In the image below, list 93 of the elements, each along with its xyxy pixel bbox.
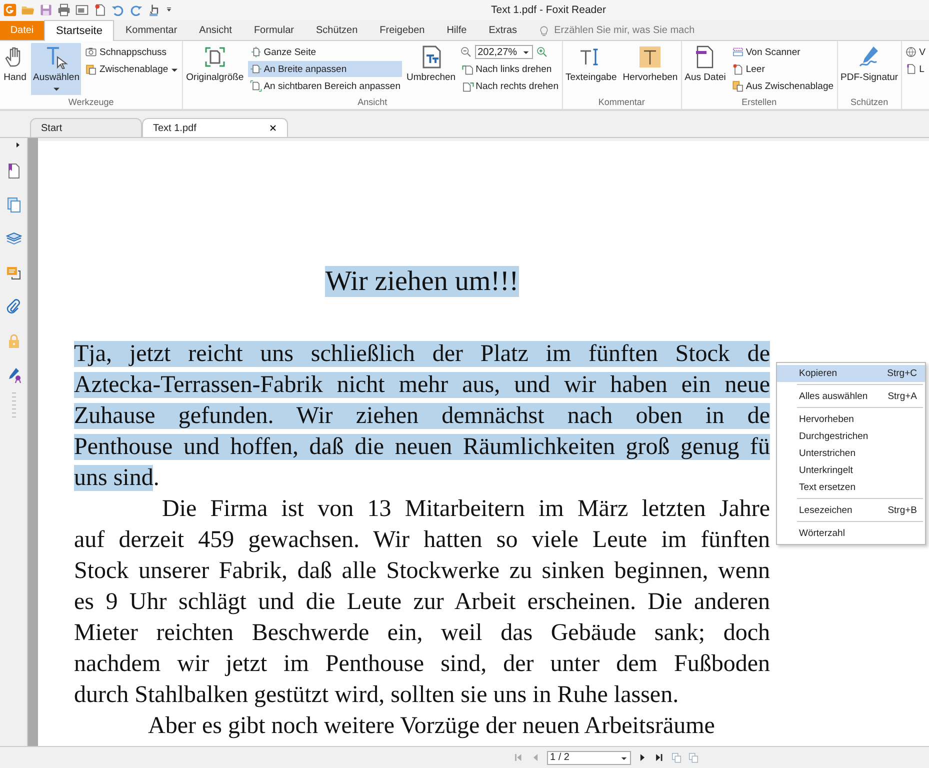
bookmark-icon[interactable] <box>6 163 22 179</box>
text-line: durch Stahlbalken gestützt wird, sollten sie uns in Ruhe lassen. <box>74 681 680 710</box>
group-label: Ansicht <box>356 96 388 109</box>
text-line: auf derzeit 459 gewachsen. Wir hatten so viele Leute im fünften <box>74 526 770 555</box>
undo-icon[interactable] <box>111 3 125 17</box>
menu-item[interactable]: Lesezeichen Strg+B <box>777 502 925 519</box>
menu-item[interactable]: Wörterzahl <box>777 525 925 542</box>
page-frame-icon <box>202 45 227 69</box>
ribbon-button[interactable]: Umbrechen <box>404 43 458 95</box>
printer-icon[interactable] <box>57 3 71 17</box>
clipboard-icon <box>732 80 744 92</box>
ribbon-button[interactable]: Aus Datei <box>682 43 728 95</box>
text-line: uns sind. <box>74 464 160 493</box>
monitor-icon[interactable] <box>75 3 89 17</box>
ribbon-tab[interactable]: Hilfe <box>436 21 478 40</box>
ribbon-button[interactable]: An Breite anpassen <box>248 61 402 77</box>
menu-item[interactable]: Unterkringelt <box>777 462 925 479</box>
zoom-in-icon[interactable] <box>536 46 548 58</box>
touch-icon[interactable] <box>147 3 161 17</box>
ribbon-tab[interactable]: Extras <box>478 21 528 40</box>
ribbon-button[interactable]: An sichtbaren Bereich anpassen <box>248 78 402 94</box>
document-tab[interactable]: Start <box>30 118 142 137</box>
ribbon-button[interactable]: Zwischenablage <box>83 61 182 77</box>
ribbon-button[interactable]: Hervorheben <box>620 43 680 95</box>
text-line: es 9 Uhr schlägt und die Leute zur Arbeit erscheinen. Die anderen <box>74 588 770 617</box>
menu-item[interactable]: Kopieren Strg+C <box>777 365 925 382</box>
last-page-icon[interactable] <box>654 752 665 763</box>
text-line: Stock unserer Fabrik, daß alle Stockwerke zu sinken beginnen, wenn <box>74 557 770 586</box>
ribbon-tab[interactable]: Ansicht <box>188 21 243 40</box>
ribbon-tab[interactable]: Formular <box>242 21 305 40</box>
scanner-icon <box>732 46 744 58</box>
globe-icon <box>905 46 918 58</box>
rotate-right-icon <box>462 80 474 92</box>
ribbon-tab[interactable]: Schützen <box>304 21 369 40</box>
text-line: nachdem wir jetzt im Penthouse sind, der unter dem Fußboden <box>74 650 770 679</box>
group-label: Erstellen <box>740 96 778 109</box>
menu-item[interactable]: Durchgestrichen <box>777 428 925 445</box>
pages-icon[interactable] <box>671 752 682 763</box>
ribbon-button[interactable]: V <box>903 44 928 60</box>
ribbon-button[interactable]: Aus Zwischenablage <box>730 78 836 94</box>
ribbon-button[interactable]: Hand <box>1 43 29 95</box>
paperclip-icon[interactable] <box>6 299 22 315</box>
ribbon-button[interactable]: Leer <box>730 61 836 77</box>
zoom-field[interactable]: 202,27% <box>474 45 533 59</box>
camera-icon <box>85 46 98 58</box>
ribbon-button[interactable]: Nach links drehen <box>460 61 561 77</box>
ribbon-tab[interactable]: Startseite <box>44 20 114 41</box>
text-cursor-icon <box>44 45 68 69</box>
ribbon-button[interactable]: L <box>903 61 928 77</box>
page-visible-icon <box>250 80 262 92</box>
search-field[interactable]: Erzählen Sie mir, was Sie mach <box>550 25 698 36</box>
ribbon-button[interactable]: Originalgröße <box>184 43 246 95</box>
ribbon-tab[interactable]: Kommentar <box>114 21 188 40</box>
ribbon-tab[interactable]: Freigeben <box>368 21 436 40</box>
menu-item[interactable]: Alles auswählen Strg+A <box>777 388 925 405</box>
group-label: Schützen <box>850 96 890 109</box>
close-icon[interactable] <box>269 124 277 132</box>
menu-item[interactable]: Hervorheben <box>777 411 925 428</box>
window-title: Text 1.pdf - Foxit Reader <box>491 4 606 16</box>
zoom-out-icon[interactable] <box>460 46 472 58</box>
text-line: Die Firma ist von 13 Mitarbeitern im März letzten Jahre <box>161 495 770 524</box>
page-fit-icon <box>250 46 262 58</box>
ribbon-button[interactable]: Nach rechts drehen <box>460 78 561 94</box>
ribbon-button[interactable]: Texteingabe <box>564 43 619 95</box>
page-width-icon <box>250 63 262 75</box>
ribbon-button[interactable]: PDF-Signatur <box>838 43 900 95</box>
rotate-left-icon <box>462 63 474 75</box>
group-label: Kommentar <box>597 96 646 109</box>
menu-item[interactable]: Unterstrichen <box>777 445 925 462</box>
clipboard-icon <box>85 63 98 75</box>
app-logo-icon[interactable] <box>3 3 17 17</box>
ribbon-button[interactable]: Ganze Seite <box>248 44 402 60</box>
menu-item[interactable]: Text ersetzen <box>777 479 925 496</box>
pages-icon[interactable] <box>688 752 699 763</box>
ribbon-button[interactable]: Schnappschuss <box>83 44 182 60</box>
ribbon-button[interactable]: Auswählen <box>31 43 82 95</box>
document-heading: Wir ziehen um!!! <box>325 266 519 297</box>
lightbulb-icon <box>538 24 550 36</box>
layers-icon[interactable] <box>6 231 22 247</box>
redo-icon[interactable] <box>129 3 143 17</box>
blank-page-icon <box>732 63 744 75</box>
pages-icon[interactable] <box>6 197 22 213</box>
document-tab[interactable]: Text 1.pdf <box>142 118 288 137</box>
highlighter-icon <box>638 45 662 69</box>
comment-icon[interactable] <box>6 265 22 281</box>
text-line: Mieter reichten Beschwerde ein, weil das Gebäude sank; doch <box>74 619 770 648</box>
group-label: Werkzeuge <box>67 96 115 109</box>
expand-icon[interactable] <box>14 141 22 149</box>
new-page-icon[interactable] <box>93 3 107 17</box>
ribbon-button[interactable]: Von Scanner <box>730 44 836 60</box>
page-icon <box>905 63 918 75</box>
page-field[interactable]: 1 / 2 <box>547 750 631 764</box>
text-line: Aber es gibt noch weitere Vorzüge der neuen Arbeitsräume <box>147 712 716 741</box>
